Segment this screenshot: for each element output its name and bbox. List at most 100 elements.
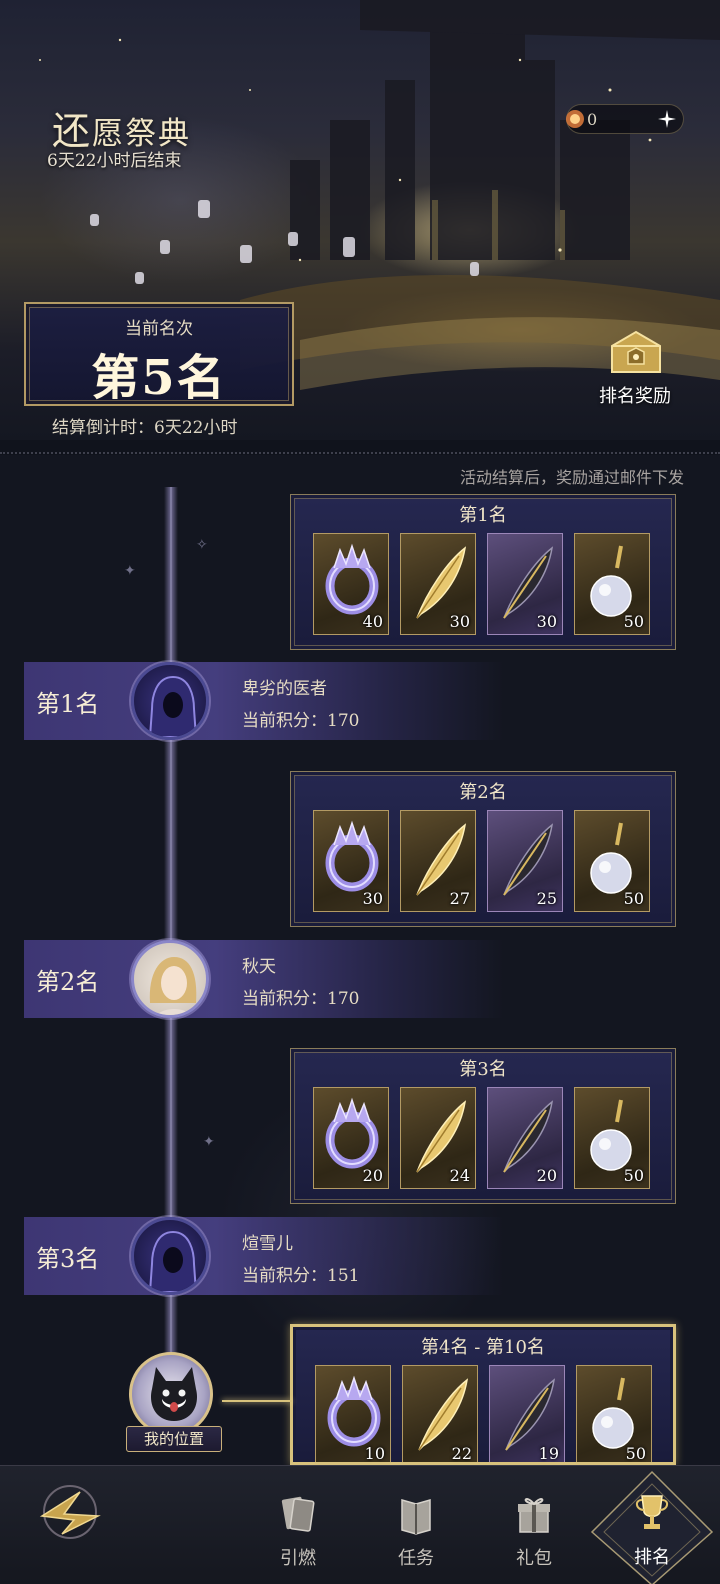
current-rank-label: 当前名次 — [125, 319, 193, 339]
leaderboard-row[interactable]: 第2名 秋天 当前积分：170 — [24, 940, 504, 1018]
potion-bottle-icon — [590, 545, 632, 617]
reward-item[interactable]: 30 — [313, 810, 389, 912]
dark-feather-icon — [503, 546, 554, 619]
reward-item[interactable]: 50 — [576, 1365, 652, 1463]
sparkle-icon: ✦ — [124, 563, 136, 579]
reward-item[interactable]: 19 — [489, 1365, 565, 1462]
player-name: 秋天 — [242, 957, 276, 977]
golden-feather-icon — [418, 1378, 469, 1451]
item-quantity: 25 — [536, 889, 557, 908]
potion-bottle-icon — [592, 1377, 634, 1449]
emblem-icon — [39, 1485, 101, 1539]
blonde-portrait-avatar[interactable] — [131, 940, 209, 1018]
nav-tab-ranking[interactable]: 排名 — [588, 1466, 716, 1584]
gift-icon — [518, 1498, 550, 1533]
mail-reward-note: 活动结算后，奖励通过邮件下发 — [459, 468, 684, 487]
rank-reward-button[interactable]: 排名奖励 — [590, 326, 680, 407]
nav-label: 任务 — [398, 1548, 434, 1569]
rank-reward-label: 排名奖励 — [599, 386, 671, 407]
dark-feather-icon — [503, 1100, 554, 1173]
reward-tier-title: 第2名 — [459, 782, 507, 803]
item-quantity: 30 — [536, 612, 557, 631]
nav-label: 礼包 — [516, 1548, 552, 1569]
home-button[interactable] — [34, 1476, 106, 1548]
golden-feather-icon — [416, 1100, 467, 1173]
reward-tier-card: 第3名 20 24 20 50 — [290, 1048, 676, 1204]
reward-tier-card: 第1名 40 30 30 50 — [290, 494, 676, 650]
spark-coin-icon — [566, 110, 584, 128]
reward-item[interactable]: 50 — [574, 810, 650, 912]
reward-tier-card-current: 第4名 - 第10名 10 22 19 50 — [290, 1324, 676, 1465]
reward-item[interactable]: 22 — [402, 1365, 478, 1463]
reward-item[interactable]: 30 — [487, 533, 563, 635]
item-quantity: 50 — [623, 889, 644, 908]
current-rank-value: 第5名 — [91, 350, 227, 406]
black-cat-avatar — [129, 1352, 213, 1436]
potion-bottle-icon — [590, 1099, 632, 1171]
nav-tab-tasks[interactable]: 任务 — [376, 1492, 456, 1582]
nav-label: 排名 — [634, 1547, 670, 1568]
item-quantity: 50 — [625, 1444, 646, 1463]
trophy-icon — [636, 1495, 668, 1529]
crystal-ring-icon — [325, 543, 379, 615]
reward-item[interactable]: 25 — [487, 810, 563, 912]
row-rank: 第1名 — [36, 690, 100, 718]
nav-tab-ignite[interactable]: 引燃 — [258, 1492, 338, 1582]
reward-item[interactable]: 50 — [574, 533, 650, 635]
reward-item[interactable]: 20 — [313, 1087, 389, 1189]
dark-feather-icon — [503, 823, 554, 896]
reward-item[interactable]: 50 — [574, 1087, 650, 1189]
my-position-marker[interactable]: 我的位置 — [120, 1352, 230, 1452]
reward-item[interactable]: 30 — [400, 533, 476, 635]
add-currency-icon[interactable] — [657, 109, 677, 129]
reward-tier-card: 第2名 30 27 25 50 — [290, 771, 676, 927]
leaderboard-row[interactable]: 第3名 煊雪儿 当前积分：151 — [24, 1217, 504, 1295]
item-quantity: 40 — [362, 612, 383, 631]
nav-label: 引燃 — [280, 1548, 316, 1569]
item-quantity: 50 — [623, 1166, 644, 1185]
potion-bottle-icon — [590, 822, 632, 894]
currency-amount: 0 — [587, 110, 598, 129]
divider — [0, 452, 720, 454]
leaderboard-row[interactable]: 第1名 卑劣的医者 当前积分：170 — [24, 662, 504, 740]
crystal-ring-icon — [325, 820, 379, 892]
crystal-ring-icon — [325, 1097, 379, 1169]
item-quantity: 27 — [449, 889, 470, 908]
my-position-label: 我的位置 — [126, 1426, 222, 1452]
sparkle-icon: ✦ — [203, 1134, 215, 1150]
item-quantity: 50 — [623, 612, 644, 631]
golden-feather-icon — [416, 546, 467, 619]
reward-item[interactable]: 10 — [315, 1365, 391, 1462]
player-score: 当前积分：151 — [242, 1266, 360, 1286]
row-rank: 第3名 — [36, 1245, 100, 1273]
player-name: 煊雪儿 — [242, 1234, 293, 1254]
reward-item[interactable]: 20 — [487, 1087, 563, 1189]
bottom-navigation: 引燃 任务 礼包 排名 — [0, 1465, 720, 1584]
player-name: 卑劣的医者 — [242, 679, 327, 699]
reward-item[interactable]: 27 — [400, 810, 476, 912]
dark-feather-icon — [505, 1378, 556, 1451]
settlement-countdown: 结算倒计时：6天22小时 — [52, 418, 238, 438]
sparkle-icon: ✧ — [196, 537, 208, 553]
hooded-figure-avatar[interactable] — [131, 1217, 209, 1295]
reward-item[interactable]: 24 — [400, 1087, 476, 1189]
crystal-ring-icon — [327, 1375, 381, 1447]
reward-tier-title: 第3名 — [459, 1059, 507, 1080]
event-time-remaining: 6天22小时后结束 — [47, 151, 182, 171]
item-quantity: 30 — [449, 612, 470, 631]
hooded-figure-avatar[interactable] — [131, 662, 209, 740]
item-quantity: 22 — [451, 1444, 472, 1463]
hero-banner: 还愿祭典 6天22小时后结束 0 当前名次 第5名 结算倒计时：6天22小时 排… — [0, 0, 720, 440]
reward-tier-title: 第1名 — [459, 505, 507, 526]
current-rank-panel: 当前名次 第5名 — [24, 302, 294, 406]
golden-feather-icon — [416, 823, 467, 896]
reward-item[interactable]: 40 — [313, 533, 389, 635]
cards-icon — [281, 1496, 315, 1532]
nav-tab-gifts[interactable]: 礼包 — [494, 1492, 574, 1582]
my-position-connector — [222, 1400, 292, 1402]
reward-tier-title: 第4名 - 第10名 — [421, 1337, 545, 1358]
player-score: 当前积分：170 — [242, 989, 360, 1009]
book-icon — [401, 1499, 431, 1535]
item-quantity: 30 — [362, 889, 383, 908]
currency-counter[interactable]: 0 — [566, 104, 684, 134]
